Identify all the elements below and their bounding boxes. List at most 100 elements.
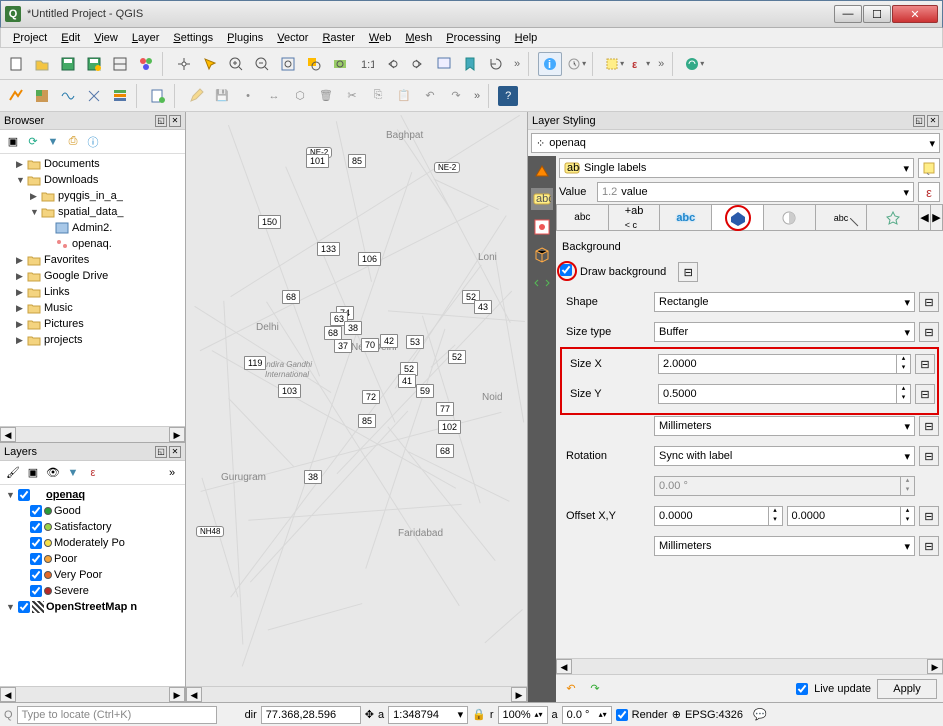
browser-tree[interactable]: ▶Documents▼Downloads▶pyqgis_in_a_▼spatia… bbox=[0, 154, 185, 426]
masks-tab-icon[interactable] bbox=[531, 216, 553, 238]
layer-row[interactable]: Poor bbox=[2, 551, 183, 567]
layer-visibility-icon[interactable]: 👁 bbox=[44, 464, 62, 482]
menu-settings[interactable]: Settings bbox=[167, 30, 219, 46]
offset-override[interactable]: ⊟ bbox=[919, 506, 939, 526]
crs-label[interactable]: EPSG:4326 bbox=[685, 709, 743, 721]
toolbar-overflow-3[interactable]: » bbox=[470, 90, 484, 102]
new-map-view-button[interactable] bbox=[432, 52, 456, 76]
size-x-input[interactable]: 2.0000▴▾ bbox=[658, 354, 911, 374]
layer-add-group-icon[interactable]: ▣ bbox=[24, 464, 42, 482]
browser-close-button[interactable]: ✕ bbox=[169, 115, 181, 127]
save-as-button[interactable] bbox=[82, 52, 106, 76]
size-type-select[interactable]: Buffer▾ bbox=[654, 322, 915, 342]
layers-close-button[interactable]: ✕ bbox=[169, 446, 181, 458]
text-tab[interactable]: abc bbox=[556, 204, 609, 230]
layer-row[interactable]: Severe bbox=[2, 583, 183, 599]
rotation-override[interactable]: ⊟ bbox=[919, 446, 939, 466]
pan-button[interactable] bbox=[172, 52, 196, 76]
pan-selection-button[interactable] bbox=[198, 52, 222, 76]
add-mesh-button[interactable] bbox=[56, 84, 80, 108]
refresh-icon[interactable]: ⟳ bbox=[24, 133, 42, 151]
plugin-button[interactable]: ▾ bbox=[682, 52, 706, 76]
styling-layer-select[interactable]: ⁘ openaq ▾ bbox=[531, 133, 940, 153]
identify-button[interactable]: i bbox=[538, 52, 562, 76]
open-project-button[interactable] bbox=[30, 52, 54, 76]
tree-item[interactable]: ▼Downloads bbox=[2, 172, 183, 188]
rotation-input[interactable]: 0.0 °▴▾ bbox=[562, 706, 612, 724]
layer-row[interactable]: Very Poor bbox=[2, 567, 183, 583]
zoom-layer-button[interactable] bbox=[328, 52, 352, 76]
add-raster-button[interactable] bbox=[30, 84, 54, 108]
size-y-input[interactable]: 0.5000▴▾ bbox=[658, 384, 911, 404]
select-button[interactable]: ▾ bbox=[602, 52, 626, 76]
action-button[interactable]: ▾ bbox=[564, 52, 588, 76]
labels-tab-icon[interactable]: abc bbox=[531, 188, 553, 210]
layer-expand-icon[interactable]: » bbox=[163, 464, 181, 482]
draw-bg-override[interactable]: ⊟ bbox=[678, 262, 698, 282]
menu-vector[interactable]: Vector bbox=[271, 30, 314, 46]
close-button[interactable]: ✕ bbox=[892, 5, 938, 23]
zoom-last-button[interactable] bbox=[380, 52, 404, 76]
layer-row[interactable]: Good bbox=[2, 503, 183, 519]
background-tab[interactable] bbox=[712, 204, 764, 230]
label-value-select[interactable]: 1.2 value ▾ bbox=[597, 182, 914, 202]
callouts-tab[interactable]: abc bbox=[816, 204, 868, 230]
new-project-button[interactable] bbox=[4, 52, 28, 76]
offset-y-input[interactable]: 0.0000▴▾ bbox=[787, 506, 916, 526]
size-unit-select[interactable]: Millimeters▾ bbox=[654, 416, 915, 436]
zoom-next-button[interactable] bbox=[406, 52, 430, 76]
style-manager-button[interactable] bbox=[134, 52, 158, 76]
tree-item[interactable]: ▶Music bbox=[2, 300, 183, 316]
maximize-button[interactable]: ☐ bbox=[863, 5, 891, 23]
cut-button[interactable]: ✂ bbox=[340, 84, 364, 108]
save-edits-button[interactable]: 💾 bbox=[210, 84, 234, 108]
undo-button[interactable]: ↶ bbox=[418, 84, 442, 108]
save-project-button[interactable] bbox=[56, 52, 80, 76]
refresh-button[interactable] bbox=[484, 52, 508, 76]
layout-manager-button[interactable] bbox=[108, 52, 132, 76]
shape-select[interactable]: Rectangle▾ bbox=[654, 292, 915, 312]
zoom-full-button[interactable] bbox=[276, 52, 300, 76]
rotation-mode-select[interactable]: Sync with label▾ bbox=[654, 446, 915, 466]
magnifier-input[interactable]: 100%▴▾ bbox=[498, 706, 548, 724]
layer-row[interactable]: Satisfactory bbox=[2, 519, 183, 535]
buffer-tab[interactable]: abc bbox=[660, 204, 712, 230]
zoom-in-button[interactable] bbox=[224, 52, 248, 76]
tree-item[interactable]: ▶Pictures bbox=[2, 316, 183, 332]
menu-plugins[interactable]: Plugins bbox=[221, 30, 269, 46]
map-canvas[interactable]: BaghpatLoniNoidDelhiNew DelhiIndira Gand… bbox=[186, 112, 527, 702]
toolbar-overflow-1[interactable]: » bbox=[510, 58, 524, 70]
zoom-native-button[interactable]: 1:1 bbox=[354, 52, 378, 76]
layer-filter-icon[interactable]: ▼ bbox=[64, 464, 82, 482]
copy-button[interactable]: ⎘ bbox=[366, 84, 390, 108]
menu-edit[interactable]: Edit bbox=[55, 30, 86, 46]
layer-expr-icon[interactable]: ε bbox=[84, 464, 102, 482]
edit-button[interactable] bbox=[184, 84, 208, 108]
formatting-tab[interactable]: +ab< c bbox=[609, 204, 661, 230]
tabs-scroll-right[interactable]: ▶ bbox=[931, 204, 943, 230]
menu-project[interactable]: Project bbox=[7, 30, 53, 46]
menu-web[interactable]: Web bbox=[363, 30, 397, 46]
tree-item[interactable]: ▶Google Drive bbox=[2, 268, 183, 284]
browser-hscroll[interactable]: ◀▶ bbox=[0, 426, 185, 442]
extent-icon[interactable]: ✥ bbox=[365, 708, 374, 721]
history-tab-icon[interactable] bbox=[531, 272, 553, 294]
layer-row[interactable]: Moderately Po bbox=[2, 535, 183, 551]
vertex-tool-button[interactable]: ⬡ bbox=[288, 84, 312, 108]
redo-button[interactable]: ↷ bbox=[444, 84, 468, 108]
tree-item[interactable]: ▶Favorites bbox=[2, 252, 183, 268]
redo-style-button[interactable]: ↷ bbox=[586, 680, 604, 698]
size-type-override[interactable]: ⊟ bbox=[919, 322, 939, 342]
coordinate-input[interactable]: 77.368,28.596 bbox=[261, 706, 361, 724]
styling-close-button[interactable]: ✕ bbox=[927, 115, 939, 127]
styling-hscroll[interactable]: ◀▶ bbox=[556, 658, 943, 674]
size-y-override[interactable]: ⊟ bbox=[915, 384, 935, 404]
menu-processing[interactable]: Processing bbox=[440, 30, 506, 46]
menu-raster[interactable]: Raster bbox=[316, 30, 360, 46]
live-update-checkbox[interactable] bbox=[796, 683, 808, 695]
apply-button[interactable]: Apply bbox=[877, 679, 937, 699]
scale-input[interactable]: 1:348794▾ bbox=[388, 706, 468, 724]
3d-tab-icon[interactable] bbox=[531, 244, 553, 266]
select-expr-button[interactable]: ε▾ bbox=[628, 52, 652, 76]
tree-item[interactable]: openaq. bbox=[2, 236, 183, 252]
